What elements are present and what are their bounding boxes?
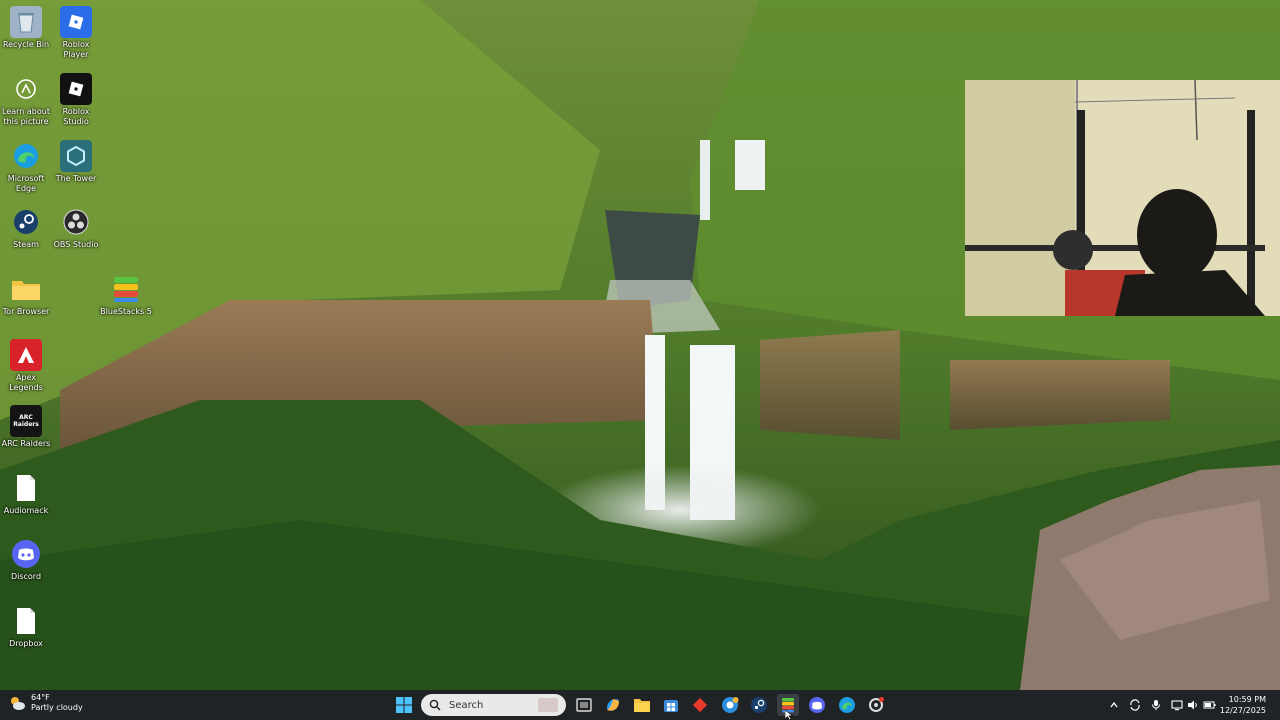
copilot-icon bbox=[607, 699, 619, 711]
desktop-icon-label: Apex Legends bbox=[9, 373, 43, 392]
store-button[interactable] bbox=[660, 694, 682, 716]
edge-taskbar-button[interactable] bbox=[836, 694, 858, 716]
task-view-icon bbox=[576, 698, 592, 712]
desktop-icon-tor-browser[interactable]: Tor Browser bbox=[0, 273, 52, 317]
apex-icon bbox=[10, 339, 42, 371]
file-icon bbox=[10, 472, 42, 504]
desktop-icon-label: Discord bbox=[10, 572, 42, 581]
desktop-icon-label: Roblox Player bbox=[62, 40, 90, 59]
task-view-button[interactable] bbox=[573, 694, 595, 716]
desktop-icon-label: ARC Raiders bbox=[1, 439, 51, 448]
mouse-cursor-icon bbox=[785, 710, 793, 720]
search-icon bbox=[429, 699, 441, 711]
desktop-icon-label: Learn about this picture bbox=[2, 107, 50, 126]
search-placeholder: Search bbox=[449, 699, 484, 711]
start-icon bbox=[396, 697, 412, 713]
store-icon bbox=[664, 700, 678, 712]
desktop-icon-learn-picture[interactable]: Learn about this picture bbox=[0, 73, 52, 127]
clock[interactable]: 10:59 PM 12/27/2025 bbox=[1220, 694, 1266, 716]
settings-taskbar-button[interactable] bbox=[865, 694, 887, 716]
microphone-icon[interactable] bbox=[1149, 698, 1163, 712]
taskbar: 64°F Partly cloudy Search 10:59 PM 12/27… bbox=[0, 690, 1280, 720]
steam-taskbar-button[interactable] bbox=[748, 694, 770, 716]
desktop-icon-label: Roblox Studio bbox=[62, 107, 90, 126]
desktop-icon-label: Dropbox bbox=[9, 639, 43, 648]
desktop-icon-dropbox[interactable]: Dropbox bbox=[0, 605, 52, 649]
network-icon[interactable] bbox=[1170, 698, 1184, 712]
desktop-icon-bluestacks[interactable]: BlueStacks 5 bbox=[100, 273, 152, 317]
learn-picture-icon bbox=[10, 73, 42, 105]
desktop-icon-label: BlueStacks 5 bbox=[100, 307, 152, 316]
recycle-bin-icon bbox=[10, 6, 42, 38]
desktop-icon-roblox-player[interactable]: Roblox Player bbox=[50, 6, 102, 60]
desktop-icon-label: OBS Studio bbox=[53, 240, 99, 249]
arc-raiders-icon: ARC Raiders bbox=[10, 405, 42, 437]
desktop-icon-label: Microsoft Edge bbox=[7, 174, 45, 193]
partly-cloudy-icon bbox=[11, 697, 25, 710]
desktop-icon-label: Tor Browser bbox=[2, 307, 50, 316]
steam-taskbar-icon bbox=[751, 697, 767, 713]
arc-raiders-badge-text: ARC Raiders bbox=[13, 414, 39, 428]
desktop-icon-label: Recycle Bin bbox=[2, 40, 50, 49]
desktop-icon-label: Steam bbox=[13, 240, 39, 249]
desktop-icon-steam[interactable]: Steam bbox=[0, 206, 52, 250]
folder-icon bbox=[10, 273, 42, 305]
copilot-button[interactable] bbox=[602, 694, 624, 716]
obs-icon bbox=[60, 206, 92, 238]
clock-time: 10:59 PM bbox=[1228, 695, 1266, 704]
taskbar-search[interactable]: Search bbox=[421, 694, 566, 716]
desktop-icon-discord[interactable]: Discord bbox=[0, 538, 52, 582]
battery-icon[interactable] bbox=[1203, 698, 1217, 712]
edge-taskbar-icon bbox=[839, 697, 855, 713]
chrome-icon bbox=[722, 697, 739, 713]
roblox-studio-icon bbox=[60, 73, 92, 105]
bluestacks-icon bbox=[110, 273, 142, 305]
roblox-taskbar-button[interactable] bbox=[689, 694, 711, 716]
desktop-icon-label: The Tower bbox=[55, 174, 97, 183]
desktop-icon-arc-raiders[interactable]: ARC Raiders ARC Raiders bbox=[0, 405, 52, 449]
roblox-player-icon bbox=[60, 6, 92, 38]
discord-taskbar-icon bbox=[809, 697, 825, 713]
the-tower-icon bbox=[60, 140, 92, 172]
steam-icon bbox=[10, 206, 42, 238]
weather-temp: 64°F bbox=[31, 693, 50, 702]
clock-date: 12/27/2025 bbox=[1219, 706, 1266, 715]
search-highlight-icon bbox=[538, 698, 558, 712]
desktop-icon-apex[interactable]: Apex Legends bbox=[0, 339, 52, 393]
edge-icon bbox=[10, 140, 42, 172]
desktop-icon-roblox-studio[interactable]: Roblox Studio bbox=[50, 73, 102, 127]
webcam-overlay bbox=[965, 80, 1280, 316]
desktop-icon-the-tower[interactable]: The Tower bbox=[50, 140, 102, 184]
start-button[interactable] bbox=[393, 694, 415, 716]
desktop-icon-audiomack[interactable]: Audiomack bbox=[0, 472, 52, 516]
sync-icon[interactable] bbox=[1128, 698, 1142, 712]
file-icon bbox=[10, 605, 42, 637]
weather-widget[interactable]: 64°F Partly cloudy bbox=[8, 693, 83, 713]
chevron-up-icon[interactable] bbox=[1107, 698, 1121, 712]
file-explorer-button[interactable] bbox=[631, 694, 653, 716]
chrome-button[interactable] bbox=[719, 694, 741, 716]
desktop-icon-recycle-bin[interactable]: Recycle Bin bbox=[0, 6, 52, 50]
desktop-icon-label: Audiomack bbox=[3, 506, 49, 515]
weather-condition: Partly cloudy bbox=[31, 703, 83, 712]
file-explorer-icon bbox=[634, 699, 650, 712]
volume-icon[interactable] bbox=[1186, 698, 1200, 712]
desktop-icon-obs[interactable]: OBS Studio bbox=[50, 206, 102, 250]
discord-taskbar-button[interactable] bbox=[806, 694, 828, 716]
discord-icon bbox=[10, 538, 42, 570]
roblox-taskbar-icon bbox=[692, 697, 708, 713]
settings-taskbar-icon bbox=[869, 697, 884, 712]
desktop-icon-edge[interactable]: Microsoft Edge bbox=[0, 140, 52, 194]
